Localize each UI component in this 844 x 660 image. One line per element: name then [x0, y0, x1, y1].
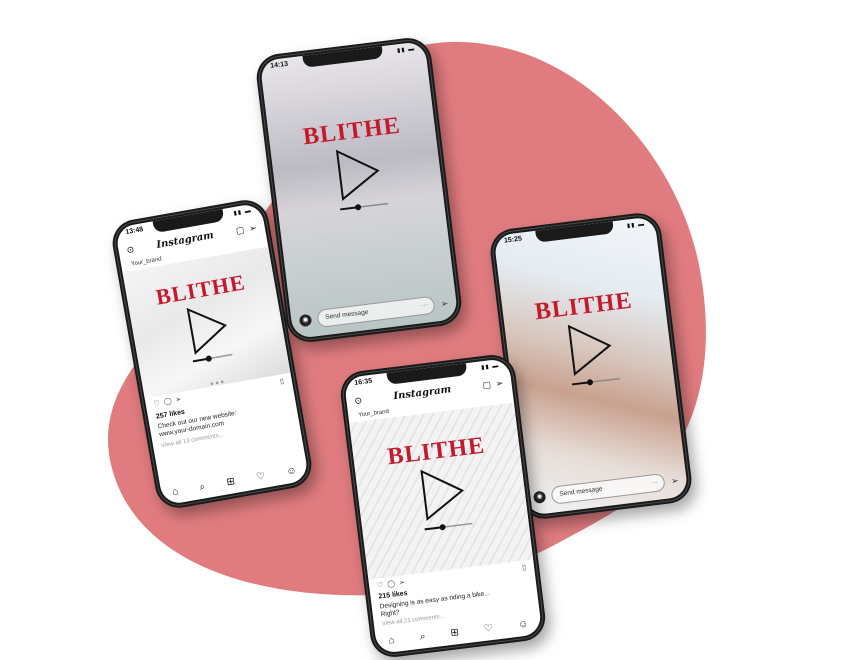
comment-icon[interactable]: ◯ [387, 579, 396, 588]
phone-notch [302, 46, 383, 68]
send-icon[interactable]: ➢ [440, 297, 449, 309]
phone-story-top: 14:13 ▮▮ ▬ BLITHE ◉ Send message ··· ➢ [253, 35, 465, 345]
phone-screen: 14:13 ▮▮ ▬ BLITHE ◉ Send message ··· ➢ [259, 40, 459, 340]
add-post-icon[interactable]: ⊞ [450, 627, 460, 639]
signal-icon: ▮▮ ▬ [626, 221, 646, 230]
phone-feed-bottom: 16:35 ▮▮ ▬ ⊙ Instagram ▢ ➢ Your_brand BL… [338, 352, 548, 660]
share-icon[interactable]: ➢ [175, 395, 182, 404]
send-message-input[interactable]: Send message ··· [316, 295, 437, 328]
likes-count: 215 likes [378, 589, 409, 601]
signal-icon: ▮▮ ▬ [396, 46, 416, 55]
phone-notch [535, 221, 614, 243]
status-time: 15:25 [503, 235, 523, 245]
send-message-placeholder: Send message [558, 485, 603, 498]
story-reply-bar: ◉ Send message ··· ➢ [532, 471, 680, 507]
status-time: 16:35 [353, 377, 373, 387]
play-icon[interactable] [173, 298, 243, 369]
profile-icon[interactable]: ☺ [286, 465, 298, 478]
send-icon[interactable]: ➢ [248, 222, 257, 234]
heart-icon[interactable]: ♡ [153, 399, 160, 408]
status-time: 14:13 [269, 60, 289, 70]
heart-icon[interactable]: ♡ [483, 623, 493, 635]
app-title: Instagram [392, 383, 452, 402]
send-icon[interactable]: ➢ [670, 475, 679, 487]
heart-icon[interactable]: ♡ [255, 471, 266, 483]
story-reply-bar: ◉ Send message ··· ➢ [298, 294, 449, 330]
igtv-icon[interactable]: ▢ [235, 224, 245, 236]
bookmark-icon[interactable]: ▯ [279, 377, 284, 386]
more-icon[interactable]: ··· [421, 298, 429, 315]
phone-screen: 16:35 ▮▮ ▬ ⊙ Instagram ▢ ➢ Your_brand BL… [343, 357, 543, 655]
add-post-icon[interactable]: ⊞ [226, 476, 236, 488]
send-message-placeholder: Send message [324, 308, 369, 322]
play-icon[interactable] [551, 316, 629, 394]
comment-icon[interactable]: ◯ [163, 397, 172, 406]
post-image: BLITHE [349, 402, 534, 580]
profile-icon[interactable]: ☺ [517, 619, 528, 631]
igtv-icon[interactable]: ▢ [482, 379, 492, 391]
camera-icon[interactable]: ⊙ [126, 244, 135, 256]
send-icon[interactable]: ➢ [495, 377, 504, 389]
signal-icon: ▮▮ ▬ [233, 207, 253, 218]
home-icon[interactable]: ⌂ [171, 486, 179, 498]
status-time: 13:48 [125, 226, 144, 237]
home-icon[interactable]: ⌂ [388, 635, 395, 647]
send-message-input[interactable]: Send message ··· [550, 472, 667, 505]
heart-icon[interactable]: ♡ [377, 581, 384, 590]
search-icon[interactable]: ⌕ [199, 481, 206, 493]
bookmark-icon[interactable]: ▯ [522, 563, 527, 571]
post-caption: Check out our new website: www.your-doma… [157, 401, 290, 440]
camera-icon[interactable]: ⊙ [354, 395, 363, 407]
search-icon[interactable]: ⌕ [419, 631, 426, 643]
play-icon[interactable] [403, 461, 481, 539]
signal-icon: ▮▮ ▬ [480, 363, 500, 372]
more-icon[interactable]: ··· [651, 475, 659, 492]
app-title: Instagram [155, 229, 215, 251]
camera-icon[interactable]: ◉ [532, 490, 547, 504]
share-icon[interactable]: ➢ [399, 578, 406, 587]
play-icon[interactable] [319, 141, 397, 219]
post-username[interactable]: Your_brand [358, 409, 389, 419]
camera-icon[interactable]: ◉ [298, 313, 313, 328]
